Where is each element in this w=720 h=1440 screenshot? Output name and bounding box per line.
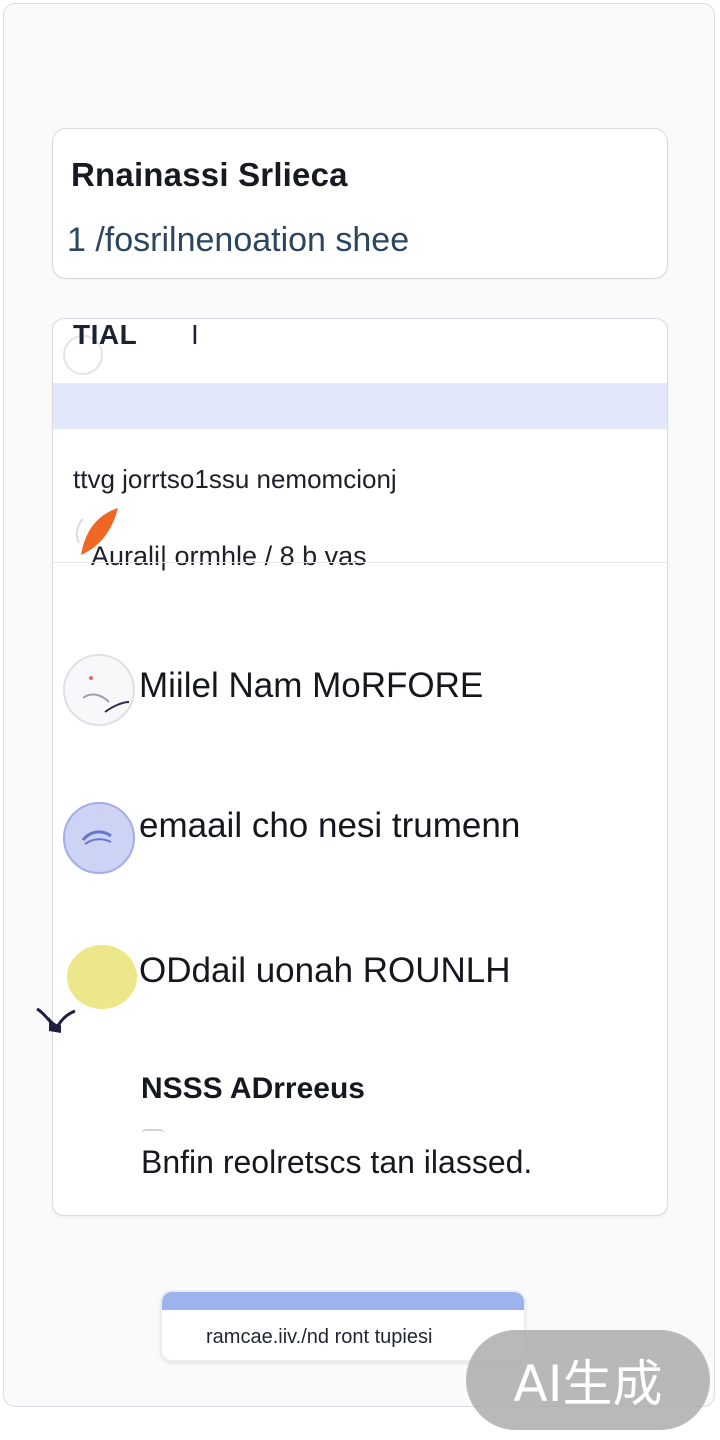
- hand-glyph-icon: [81, 830, 112, 845]
- avatar-glyph-icon: [82, 676, 130, 713]
- highlight-band: [53, 383, 667, 429]
- feature-label-1: Miilel Nam MoRFORE: [139, 666, 484, 705]
- cta-button[interactable]: ramcae.iiv./nd ront tupiesi: [160, 1290, 526, 1362]
- address-body: Bnfin reolretscs tan ilassed.: [141, 1144, 533, 1180]
- meta-text: Aurali| ormhle / 8 b vas: [91, 541, 367, 571]
- tab-bar: TIAL I: [53, 319, 667, 383]
- address-title: NSSS ADrreeus: [141, 1072, 365, 1105]
- ai-watermark: AI生成: [466, 1330, 710, 1430]
- note-text: ttvg jorrtso1ssu nemomcionj: [73, 464, 397, 494]
- feature-row-1[interactable]: Miilel Nam MoRFORE: [53, 654, 667, 734]
- section-divider: [53, 562, 667, 563]
- header-card: Rnainassi Srlieca 1 /fosrilnenoation she…: [52, 128, 668, 279]
- page-title: Rnainassi Srlieca: [71, 156, 348, 193]
- tab-divider: I: [191, 319, 199, 350]
- quill-icon: [36, 1007, 76, 1033]
- handle-icon: [141, 1129, 165, 1139]
- feature-label-2: emaail cho nesi trumenn: [139, 806, 521, 845]
- tab-label[interactable]: TIAL: [73, 319, 137, 351]
- feature-label-3: ODdail uonah ROUNLH: [139, 951, 511, 990]
- cta-label: ramcae.iiv./nd ront tupiesi: [206, 1326, 433, 1348]
- page-subtitle: 1 /fosrilnenoation shee: [67, 221, 410, 259]
- hand-icon: [63, 802, 135, 874]
- content-card: TIAL I ttvg jorrtso1ssu nemomcionj Aural…: [36, 318, 668, 1216]
- avatar-icon: [63, 654, 135, 726]
- feature-row-3[interactable]: ODdail uonah ROUNLH: [36, 939, 667, 1033]
- cta-accent-bar: [162, 1292, 524, 1310]
- watermark-text: AI生成: [513, 1355, 663, 1413]
- feature-row-2[interactable]: emaail cho nesi trumenn: [53, 794, 667, 874]
